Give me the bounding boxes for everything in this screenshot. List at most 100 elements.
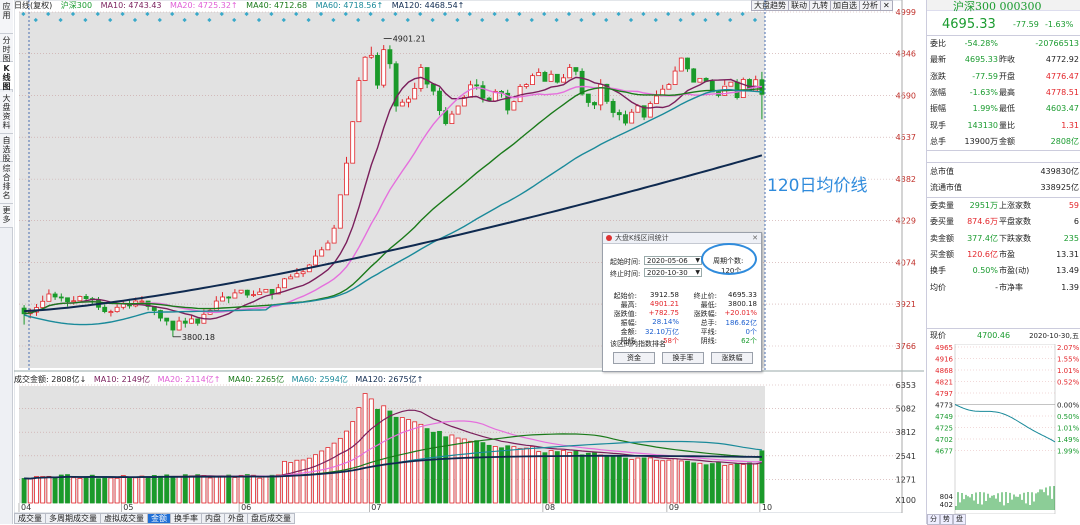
panel-tab-2[interactable]: 盘 xyxy=(953,514,966,525)
candle-body xyxy=(46,293,52,302)
bottom-tab-2[interactable]: 虚拟成交量 xyxy=(100,513,148,524)
candle-body xyxy=(344,162,349,196)
volume-bar xyxy=(52,477,58,504)
panel-tab-0[interactable]: 分 xyxy=(927,514,940,525)
quote-value: 439830亿 xyxy=(1040,167,1079,176)
rank-button-2[interactable]: 涨跌幅 xyxy=(711,352,753,364)
rank-button-1[interactable]: 换手率 xyxy=(662,352,704,364)
candle-body xyxy=(455,105,461,115)
rank-button-0[interactable]: 资金 xyxy=(613,352,655,364)
bottom-tab-6[interactable]: 外盘 xyxy=(224,513,248,524)
volume-axis-label: 6353 xyxy=(896,381,916,390)
volume-bar xyxy=(455,437,461,504)
quote-label: 涨幅 xyxy=(930,87,946,97)
quote-label: 涨跌 xyxy=(930,71,946,81)
left-tab-0[interactable]: 应用 xyxy=(0,0,13,34)
left-tab-2[interactable]: K线图 xyxy=(0,62,13,91)
volume-bar xyxy=(58,474,64,504)
quote-value: 874.6万 xyxy=(967,217,998,227)
divider xyxy=(927,150,1080,151)
candle-body xyxy=(548,73,554,82)
candle-body xyxy=(610,100,616,113)
candle-body xyxy=(83,296,89,299)
volume-bar xyxy=(610,456,616,504)
candle-body xyxy=(573,67,579,72)
volume-bar xyxy=(412,421,418,504)
intraday-left-label: 4702 xyxy=(935,436,953,444)
candle-body xyxy=(65,297,70,302)
quote-row: 委比 -54.28% -20766513 xyxy=(927,36,1080,52)
candle-body xyxy=(77,296,83,302)
bottom-tab-0[interactable]: 成交量 xyxy=(14,513,46,524)
volume-bar xyxy=(65,474,70,504)
left-tab-3[interactable]: 大盘资料 xyxy=(0,92,13,134)
volume-bar xyxy=(474,440,480,504)
quote-row: 换手 0.50% 市盈(动) 13.49 xyxy=(927,263,1080,279)
vol-ma10-legend: MA10: 2149亿 xyxy=(93,375,151,384)
volume-bar xyxy=(722,465,728,504)
quote-label: 量比 xyxy=(999,120,1015,130)
left-tab-1[interactable]: 分时图 xyxy=(0,34,13,63)
start-date-select[interactable]: 2020-05-06 ▼ xyxy=(644,256,702,265)
month-label: 09 xyxy=(669,503,679,512)
dropdown-arrow-icon: ▼ xyxy=(695,269,700,276)
end-date-select[interactable]: 2020-10-30 ▼ xyxy=(644,268,702,277)
candle-body xyxy=(108,311,114,313)
intraday-left-label: 4773 xyxy=(935,402,953,410)
candle-body xyxy=(257,291,263,295)
quote-label: 买金额 xyxy=(930,249,954,259)
volume-bar xyxy=(40,476,46,504)
volume-bar xyxy=(139,475,145,504)
close-icon[interactable]: ✕ xyxy=(752,233,758,244)
volume-bar xyxy=(350,421,356,504)
volume-bar xyxy=(220,475,225,504)
volume-bar xyxy=(263,476,269,504)
volume-bar xyxy=(319,450,325,504)
bottom-tab-4[interactable]: 换手率 xyxy=(170,513,202,524)
intraday-header: 现价 4700.46 2020-10-30,五 xyxy=(927,329,1080,343)
intraday-left-label: 4797 xyxy=(935,390,953,398)
bottom-tab-3[interactable]: 金额 xyxy=(147,513,171,524)
candle-body xyxy=(71,300,77,303)
candle-body xyxy=(697,77,703,83)
candle-body xyxy=(654,95,659,104)
volume-bar xyxy=(393,416,399,504)
bottom-tab-1[interactable]: 多周期成交量 xyxy=(45,513,101,524)
bottom-tab-5[interactable]: 内盘 xyxy=(201,513,225,524)
left-tab-6[interactable]: 更多 xyxy=(0,204,13,228)
candle-body xyxy=(288,276,294,280)
volume-bar xyxy=(654,459,659,504)
volume-bar xyxy=(592,451,597,504)
vol-ma60-legend: MA60: 2594亿 xyxy=(291,375,348,384)
volume-bar xyxy=(71,477,77,504)
volume-bar xyxy=(288,462,294,504)
volume-bar xyxy=(344,430,349,504)
volume-bar xyxy=(282,460,287,504)
quote-label: 卖金额 xyxy=(930,233,954,243)
quote-value: 143130 xyxy=(967,120,998,130)
volume-bar xyxy=(189,475,194,504)
candle-body xyxy=(430,83,436,92)
volume-bar xyxy=(83,476,89,504)
quote-label: 委买量 xyxy=(930,217,954,227)
volume-axis-label: 5082 xyxy=(896,405,916,414)
quote-value: 2951万 xyxy=(969,201,998,210)
volume-bar xyxy=(27,478,33,504)
stat-value: 4901.21 xyxy=(650,300,679,308)
quote-value: 4695.33 xyxy=(964,55,998,65)
candle-body xyxy=(381,49,387,86)
candle-body xyxy=(511,101,517,111)
high-label: 4901.21 xyxy=(393,35,426,44)
intraday-right-label: 0.50% xyxy=(1057,413,1080,421)
left-tab-4[interactable]: 自选股 xyxy=(0,134,13,163)
quote-row: 委买量 874.6万 平盘家数 6 xyxy=(927,214,1080,230)
quote-row: 最新 4695.33 昨收 4772.92 xyxy=(927,52,1080,68)
quote-value: 0.50% xyxy=(972,266,998,276)
bottom-tab-7[interactable]: 盘后成交量 xyxy=(247,513,295,524)
candle-body xyxy=(368,54,374,58)
volume-bar xyxy=(641,457,647,504)
panel-tab-1[interactable]: 势 xyxy=(940,514,953,525)
quote-row: 现手 143130 量比 1.31 xyxy=(927,118,1080,134)
left-tab-5[interactable]: 综合排名 xyxy=(0,162,13,204)
quote-value: 4778.51 xyxy=(1045,87,1079,97)
